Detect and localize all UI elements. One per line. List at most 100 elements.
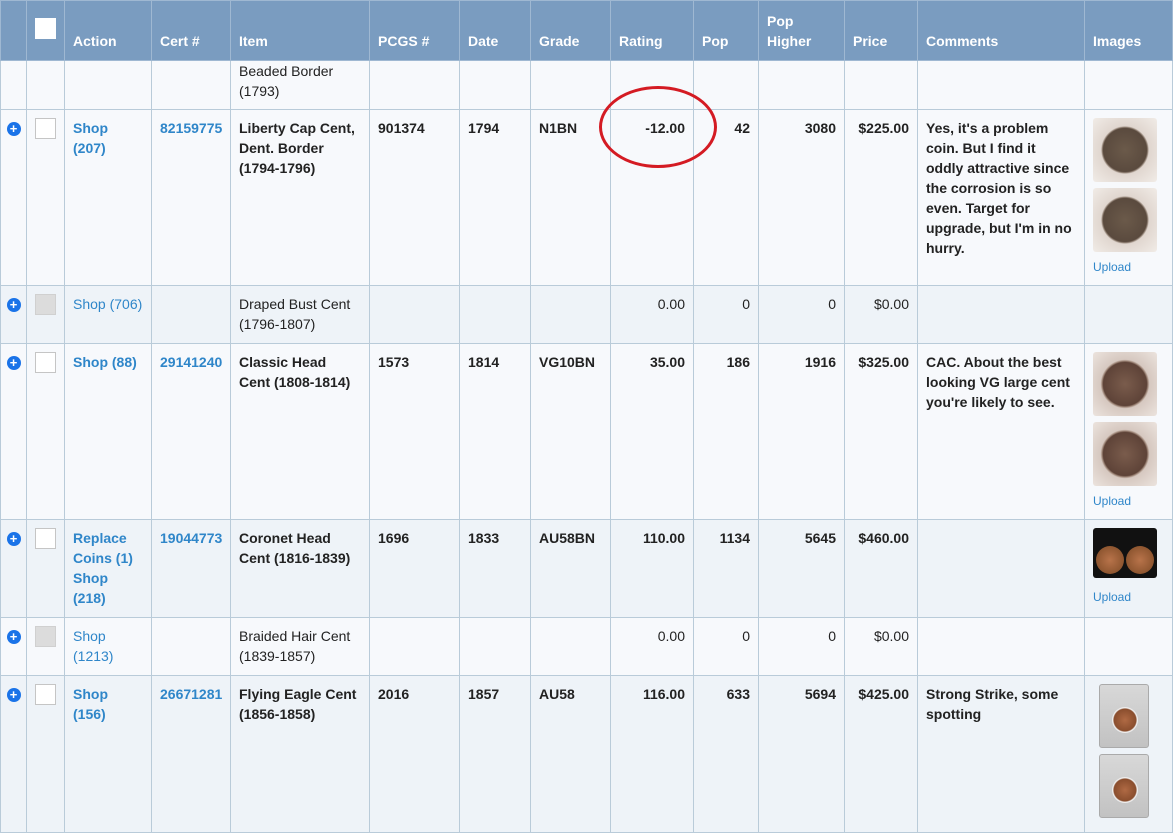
header-grade[interactable]: Grade (530, 0, 611, 61)
item-years: (1793) (239, 83, 280, 99)
shop-link[interactable]: Shop (88) (73, 354, 137, 370)
action-cell: Replace Coins (1) Shop (218) (64, 519, 152, 618)
rating-value: -12.00 (610, 109, 694, 286)
header-cert[interactable]: Cert # (151, 0, 231, 61)
header-action[interactable]: Action (64, 0, 152, 61)
expand-plus-icon[interactable]: + (6, 688, 21, 702)
item-cell: Liberty Cap Cent, Dent. Border (1794-1796) (230, 109, 370, 286)
date-value: 1857 (459, 675, 531, 833)
date-value: 1794 (459, 109, 531, 286)
table-row: + Shop (156) 26671281 Flying Eagle Cent (1… (0, 675, 1173, 833)
price-value: $325.00 (844, 343, 918, 520)
expand-plus-icon[interactable]: + (6, 122, 21, 136)
row-checkbox[interactable] (35, 528, 56, 549)
shop-link[interactable]: Shop (156) (73, 686, 108, 722)
rating-value: 35.00 (610, 343, 694, 520)
header-pop-higher-line2: Higher (767, 33, 812, 49)
select-all-checkbox[interactable] (35, 17, 56, 39)
coin-obverse-image[interactable] (1093, 352, 1157, 416)
rating-value: 0.00 (610, 617, 694, 676)
pop-value: 186 (693, 343, 759, 520)
action-cell: Shop (207) (64, 109, 152, 286)
replace-coins-link[interactable]: Replace Coins (1) (73, 530, 133, 566)
header-pop-higher-line1: Pop (767, 13, 794, 29)
cert-link[interactable]: 29141240 (160, 354, 222, 370)
expand-plus-icon[interactable]: + (6, 298, 21, 312)
expand-plus-icon[interactable]: + (6, 532, 21, 546)
upload-link[interactable]: Upload (1093, 260, 1131, 274)
rating-value: 0.00 (610, 285, 694, 344)
coin-pair-image[interactable] (1093, 528, 1157, 578)
header-pop-higher[interactable]: Pop Higher (758, 0, 845, 61)
coin-reverse-image[interactable] (1093, 188, 1157, 252)
header-expand-col (0, 0, 27, 61)
row-checkbox[interactable] (35, 626, 56, 647)
action-cell: Shop (88) (64, 343, 152, 520)
pop-value: 42 (693, 109, 759, 286)
pop-higher-value: 1916 (758, 343, 845, 520)
images-cell (1084, 675, 1173, 833)
item-cell: Classic Head Cent (1808-1814) (230, 343, 370, 520)
pop-higher-value: 3080 (758, 109, 845, 286)
pop-value: 0 (693, 285, 759, 344)
upload-link[interactable]: Upload (1093, 494, 1131, 508)
expand-plus-icon[interactable]: + (6, 356, 21, 370)
coin-reverse-image[interactable] (1093, 422, 1157, 486)
pcgs-number: 1573 (369, 343, 460, 520)
pop-value: 1134 (693, 519, 759, 618)
header-comments[interactable]: Comments (917, 0, 1085, 61)
header-pcgs[interactable]: PCGS # (369, 0, 460, 61)
slab-back-image[interactable] (1099, 754, 1149, 818)
action-cell: Shop (1213) (64, 617, 152, 676)
table-row: + Replace Coins (1) Shop (218) 19044773 Co… (0, 519, 1173, 618)
pcgs-number: 2016 (369, 675, 460, 833)
date-value: 1833 (459, 519, 531, 618)
grade-value: AU58 (530, 675, 611, 833)
row-checkbox[interactable] (35, 294, 56, 315)
grade-value: VG10BN (530, 343, 611, 520)
shop-link[interactable]: Shop (218) (73, 570, 108, 606)
images-cell: Upload (1084, 109, 1173, 286)
pcgs-number: 1696 (369, 519, 460, 618)
header-date[interactable]: Date (459, 0, 531, 61)
slab-front-image[interactable] (1099, 684, 1149, 748)
header-rating[interactable]: Rating (610, 0, 694, 61)
upload-link[interactable]: Upload (1093, 590, 1131, 604)
table-header-row: Action Cert # Item PCGS # Date Grade Rat… (0, 0, 1173, 61)
cert-link[interactable]: 19044773 (160, 530, 222, 546)
pop-higher-value: 0 (758, 617, 845, 676)
header-price[interactable]: Price (844, 0, 918, 61)
price-value: $460.00 (844, 519, 918, 618)
shop-link[interactable]: Shop (1213) (73, 628, 113, 664)
row-checkbox[interactable] (35, 118, 56, 139)
row-checkbox[interactable] (35, 684, 56, 705)
grade-value: AU58BN (530, 519, 611, 618)
table-row: + Shop (1213) Braided Hair Cent (1839-1857… (0, 617, 1173, 676)
header-item[interactable]: Item (230, 0, 370, 61)
price-value: $225.00 (844, 109, 918, 286)
cert-link[interactable]: 26671281 (160, 686, 222, 702)
rating-value: 110.00 (610, 519, 694, 618)
shop-link[interactable]: Shop (706) (73, 296, 142, 312)
item-cell: Flying Eagle Cent (1856-1858) (230, 675, 370, 833)
price-value: $0.00 (844, 617, 918, 676)
header-pop[interactable]: Pop (693, 0, 759, 61)
header-select-all (26, 0, 65, 61)
action-cell: Shop (156) (64, 675, 152, 833)
shop-link[interactable]: Shop (207) (73, 120, 108, 156)
coin-set-table: Action Cert # Item PCGS # Date Grade Rat… (0, 0, 1173, 833)
coin-obverse-image[interactable] (1093, 118, 1157, 182)
comments-text: Strong Strike, some spotting (917, 675, 1085, 833)
item-cell: Draped Bust Cent (1796-1807) (230, 285, 370, 344)
pop-higher-value: 5694 (758, 675, 845, 833)
item-cell: Braided Hair Cent (1839-1857) (230, 617, 370, 676)
table-row: + Shop (207) 82159775 Liberty Cap Cent, De… (0, 109, 1173, 286)
expand-plus-icon[interactable]: + (6, 630, 21, 644)
cert-link[interactable]: 82159775 (160, 120, 222, 136)
pop-value: 633 (693, 675, 759, 833)
comments-text: Yes, it's a problem coin. But I find it … (917, 109, 1085, 286)
table-row: Beaded Border (1793) (0, 60, 1173, 110)
price-value: $0.00 (844, 285, 918, 344)
date-value: 1814 (459, 343, 531, 520)
row-checkbox[interactable] (35, 352, 56, 373)
